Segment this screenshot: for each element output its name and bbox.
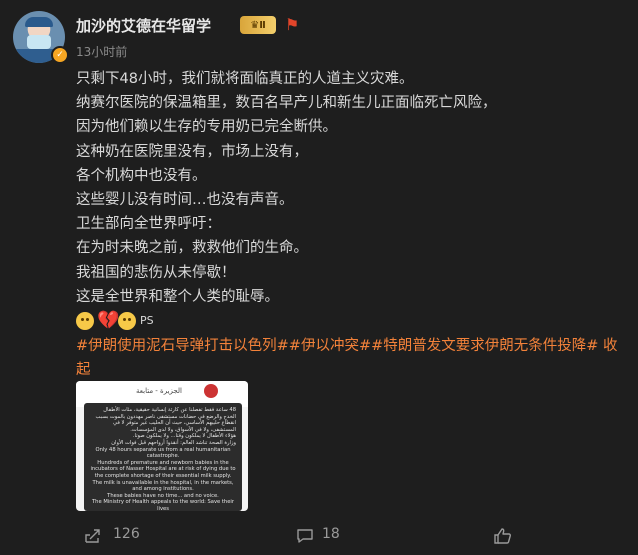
image-header-text: الجزيرة - متابعة <box>136 387 182 395</box>
post-image[interactable]: الجزيرة - متابعة 48 ساعة فقط تفصلنا عن ك… <box>76 381 248 511</box>
comment-icon[interactable] <box>296 528 314 544</box>
image-en-text: The Ministry of Health appeals to the wo… <box>92 499 234 511</box>
vip-crown-badge-icon[interactable]: ♛ Ⅱ <box>240 16 276 34</box>
image-ar-text: 48 ساعة فقط تفصلنا عن كارثة إنسانية حقيق… <box>95 407 236 433</box>
broken-heart-emoji-icon: 💔 <box>97 310 120 332</box>
emoji-suffix: PS <box>140 313 154 327</box>
post-line: 各个机构中也没有。 <box>76 167 207 184</box>
image-en-text: These babies have no time... and no voic… <box>107 492 219 499</box>
image-en-text: Only 48 hours separate us from a real hu… <box>95 446 231 460</box>
red-flag-icon[interactable]: ⚑ <box>285 16 299 34</box>
post-line: 只剩下48小时，我们就将面临真正的人道主义灾难。 <box>76 71 414 87</box>
post-text: 只剩下48小时，我们就将面临真正的人道主义灾难。 纳赛尔医院的保温箱里，数百名早… <box>76 67 621 382</box>
topic-tags: #伊朗使用泥石导弹打击以色列##伊以冲突##特朗普发文要求伊朗无条件投降# 收起 <box>76 334 621 382</box>
post-line: 卫生部向全世界呼吁： <box>76 216 221 233</box>
crown-glyph: ♛ <box>250 19 260 31</box>
post-line: 这种奶在医院里没有，市场上没有， <box>76 143 308 160</box>
post-line: 这些婴儿没有时间…也没有声音。 <box>76 192 294 209</box>
weibo-post-card: ✓ 加沙的艾德在华留学 ♛ Ⅱ ⚑ 13小时前 只剩下48小时，我们就将面临真正… <box>0 0 638 555</box>
avatar-cap <box>25 17 53 27</box>
verified-badge-icon: ✓ <box>51 46 69 64</box>
author-name[interactable]: 加沙的艾德在华留学 <box>76 15 211 36</box>
post-time[interactable]: 13小时前 <box>76 43 127 60</box>
like-icon[interactable] <box>493 527 513 545</box>
comment-count[interactable]: 18 <box>322 526 340 542</box>
post-line: 纳赛尔医院的保温箱里，数百名早产儿和新生儿正面临死亡风险， <box>76 95 497 112</box>
share-count[interactable]: 126 <box>113 526 140 542</box>
post-line: 因为他们赖以生存的专用奶已完全断供。 <box>76 119 337 136</box>
post-line: 这是全世界和整个人类的耻辱。 <box>76 288 279 305</box>
topic-tag-link[interactable]: #伊朗使用泥石导弹打击以色列##伊以冲突##特朗普发文要求伊朗无条件投降# <box>76 338 598 354</box>
post-line: 我祖国的悲伤从未停歇！ <box>76 264 236 281</box>
image-logo <box>204 384 218 398</box>
image-ar-text: هؤلاء الأطفال لا يملكون وقتا... ولا يملك… <box>132 433 236 440</box>
image-ar-text: وزارة الصحة تناشد العالم: أنقذوا أرواحهم… <box>111 439 236 446</box>
level-badge-text: Ⅱ <box>259 19 266 31</box>
avatar-mask <box>27 35 51 49</box>
share-icon[interactable] <box>84 528 102 544</box>
image-en-text: Hundreds of premature and newborn babies… <box>90 459 236 479</box>
post-line: 在为时未晚之前，救救他们的生命。 <box>76 240 308 257</box>
image-en-text: The milk is unavailable in the hospital,… <box>92 479 234 493</box>
action-bar: 126 18 <box>0 522 638 552</box>
image-text-block: 48 ساعة فقط تفصلنا عن كارثة إنسانية حقيق… <box>84 403 242 511</box>
sad-face-emoji-icon <box>76 312 94 331</box>
sad-face-emoji-icon <box>118 312 136 331</box>
emoji-row: 💔 PS <box>76 309 621 333</box>
